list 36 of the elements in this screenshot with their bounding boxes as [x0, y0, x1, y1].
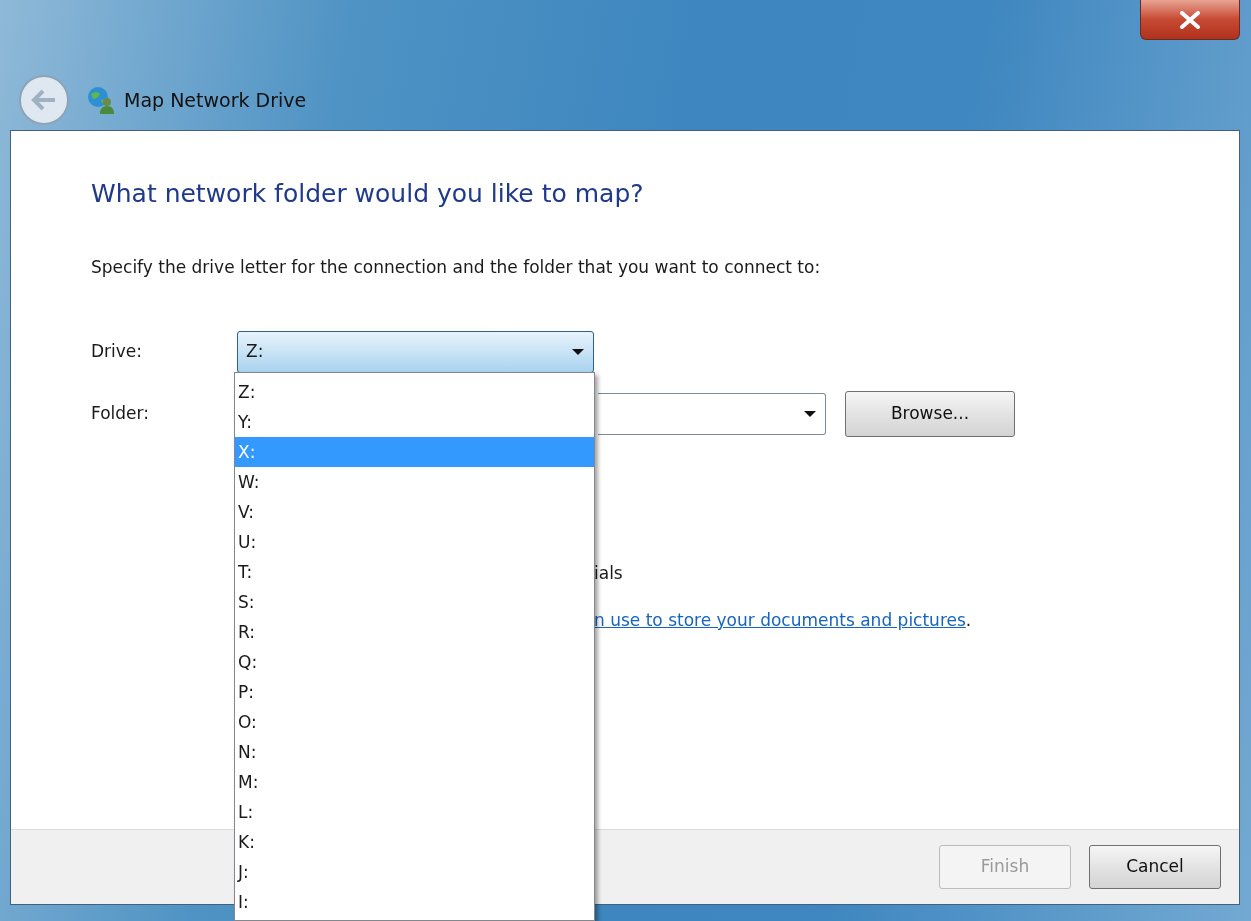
drive-option[interactable]: N: [235, 737, 594, 767]
drive-option[interactable]: R: [235, 617, 594, 647]
instruction-text: Specify the drive letter for the connection and the folder that you want to connect to: [91, 256, 822, 279]
page-heading: What network folder would you like to map? [91, 179, 645, 209]
drive-value: Z: [246, 339, 265, 363]
drive-option[interactable]: P: [235, 677, 594, 707]
drive-option[interactable]: T: [235, 557, 594, 587]
close-button[interactable] [1140, 0, 1240, 40]
caret-icon [803, 409, 817, 418]
drive-option[interactable]: Z: [235, 377, 594, 407]
drive-option[interactable]: K: [235, 827, 594, 857]
drive-option[interactable]: Y: [235, 407, 594, 437]
link-suffix: . [965, 610, 972, 630]
drive-option[interactable]: V: [235, 497, 594, 527]
folder-label: Folder: [91, 401, 150, 425]
close-icon [1179, 10, 1201, 29]
caret-icon [571, 347, 585, 356]
network-user-icon [86, 85, 116, 115]
drive-option[interactable]: Q: [235, 647, 594, 677]
drive-option[interactable]: O: [235, 707, 594, 737]
browse-button[interactable]: Browse... [845, 390, 1015, 437]
back-button[interactable] [18, 74, 70, 126]
drive-label: Drive: [91, 339, 144, 363]
drive-option[interactable]: J: [235, 857, 594, 887]
help-link[interactable]: n use to store your documents and pictures [594, 610, 966, 630]
option-text: ials [594, 562, 623, 583]
drive-option[interactable]: U: [235, 527, 594, 557]
drive-option[interactable]: M: [235, 767, 594, 797]
folder-dropdown[interactable] [598, 392, 826, 435]
drive-option[interactable]: I: [235, 887, 594, 917]
dialog-button[interactable]: Cancel [1089, 845, 1221, 889]
drive-dropdown[interactable]: Z: [237, 330, 594, 373]
drive-option[interactable]: L: [235, 797, 594, 827]
drive-option[interactable]: W: [235, 467, 594, 497]
window-title: Map Network Drive [124, 87, 307, 113]
drive-option[interactable]: S: [235, 587, 594, 617]
